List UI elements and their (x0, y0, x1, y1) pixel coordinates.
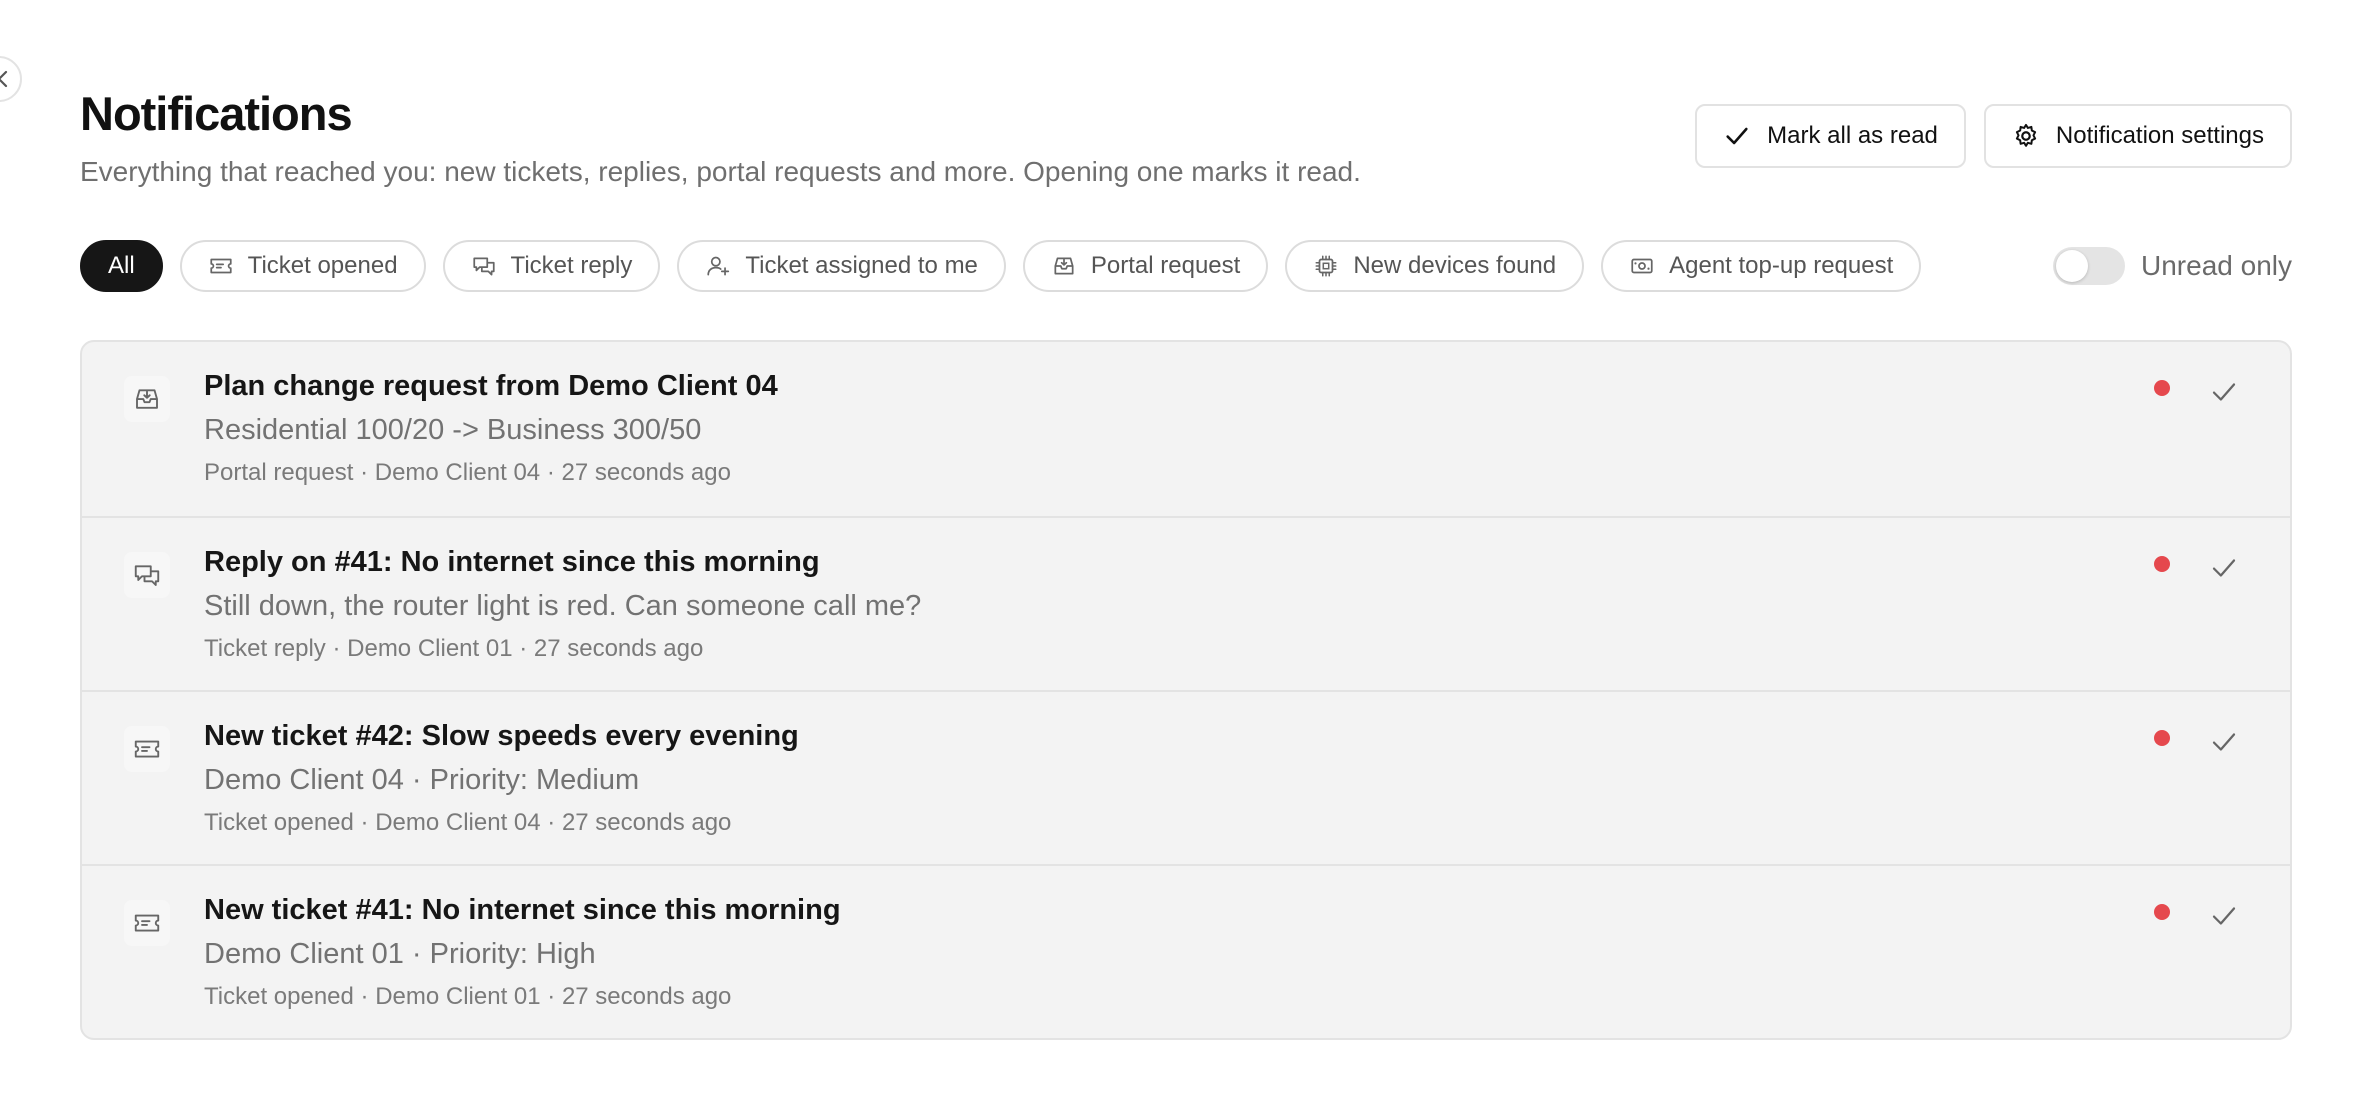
notification-body: Demo Client 04 · Priority: Medium (204, 764, 640, 796)
chip-icon (1315, 255, 1337, 277)
chat-bubbles-icon (124, 552, 170, 598)
money-icon (1631, 258, 1653, 274)
ticket-icon (210, 258, 232, 274)
notification-item[interactable]: New ticket #42: Slow speeds every evenin… (82, 690, 2290, 864)
notification-title: Reply on #41: No internet since this mor… (204, 546, 820, 578)
notification-meta: Ticket opened · Demo Client 04 · 27 seco… (204, 809, 732, 836)
header-actions: Mark all as read Notification settings (1695, 104, 2292, 168)
unread-indicator (2154, 730, 2170, 746)
inbox-icon (1054, 257, 1074, 275)
notification-title: New ticket #41: No internet since this m… (204, 894, 841, 926)
notification-list: Plan change request from Demo Client 04 … (80, 340, 2292, 1040)
collapse-sidebar-button[interactable] (0, 56, 22, 102)
filter-chip-label: New devices found (1353, 252, 1557, 279)
unread-indicator (2154, 904, 2170, 920)
chat-bubbles-icon (472, 257, 495, 276)
ticket-icon (124, 900, 170, 946)
filter-chip-ticket-assigned[interactable]: Ticket assigned to me (677, 240, 1006, 292)
unread-indicator (2154, 380, 2170, 396)
check-icon (2212, 559, 2236, 577)
filter-chip-agent-topup[interactable]: Agent top-up request (1601, 240, 1922, 292)
notification-item[interactable]: Plan change request from Demo Client 04 … (82, 342, 2290, 516)
notification-title: New ticket #42: Slow speeds every evenin… (204, 720, 799, 752)
notification-content: New ticket #42: Slow speeds every evenin… (204, 718, 799, 838)
check-icon (1726, 127, 1748, 145)
notification-item[interactable]: Reply on #41: No internet since this mor… (82, 516, 2290, 690)
notification-title: Plan change request from Demo Client 04 (204, 370, 778, 402)
filter-chip-ticket-reply[interactable]: Ticket reply (442, 240, 661, 292)
unread-only-label: Unread only (2141, 250, 2292, 281)
notification-body: Demo Client 01 · Priority: High (204, 938, 596, 970)
notification-meta: Portal request · Demo Client 04 · 27 sec… (204, 459, 731, 486)
filter-chip-label: Ticket assigned to me (745, 252, 978, 279)
notification-content: New ticket #41: No internet since this m… (204, 892, 841, 1012)
toggle-switch[interactable] (2053, 247, 2126, 285)
mark-read-button[interactable] (2204, 372, 2244, 412)
unread-only-toggle[interactable]: Unread only (2053, 247, 2292, 285)
notification-meta: Ticket reply · Demo Client 01 · 27 secon… (204, 635, 704, 662)
notification-content: Plan change request from Demo Client 04 … (204, 368, 778, 488)
notification-content: Reply on #41: No internet since this mor… (204, 544, 921, 664)
notification-settings-button[interactable]: Notification settings (1983, 104, 2292, 168)
check-icon (2212, 733, 2236, 751)
ticket-icon (124, 726, 170, 772)
check-icon (2212, 383, 2236, 401)
notification-meta: Ticket opened · Demo Client 01 · 27 seco… (204, 983, 732, 1010)
notification-item[interactable]: New ticket #41: No internet since this m… (82, 864, 2290, 1038)
mark-read-button[interactable] (2204, 896, 2244, 936)
filter-chip-label: Ticket opened (247, 252, 398, 279)
mark-all-read-button[interactable]: Mark all as read (1695, 104, 1966, 168)
filter-chip-label: Ticket reply (510, 252, 633, 279)
filter-chip-new-devices[interactable]: New devices found (1285, 240, 1585, 292)
gear-icon (2015, 123, 2036, 147)
notification-settings-label: Notification settings (2055, 122, 2264, 149)
notification-body: Still down, the router light is red. Can… (204, 590, 922, 622)
filter-chip-all[interactable]: All (80, 240, 163, 292)
inbox-icon (124, 376, 170, 422)
mark-read-button[interactable] (2204, 722, 2244, 762)
filter-chip-portal-request[interactable]: Portal request (1022, 240, 1269, 292)
mark-read-button[interactable] (2204, 548, 2244, 588)
user-plus-icon (707, 256, 730, 276)
mark-all-read-label: Mark all as read (1767, 122, 1938, 149)
filter-chip-ticket-opened[interactable]: Ticket opened (179, 240, 426, 292)
filter-chip-label: Portal request (1090, 252, 1241, 279)
check-icon (2212, 907, 2236, 925)
toggle-knob (2056, 250, 2089, 282)
notification-body: Residential 100/20 -> Business 300/50 (204, 414, 702, 446)
chevron-left-icon (0, 70, 8, 88)
filter-chip-label: All (108, 252, 135, 279)
filter-chip-label: Agent top-up request (1669, 252, 1894, 279)
filter-bar: All Ticket opened Ticket reply Ticket as… (80, 240, 2292, 292)
unread-indicator (2154, 556, 2170, 572)
